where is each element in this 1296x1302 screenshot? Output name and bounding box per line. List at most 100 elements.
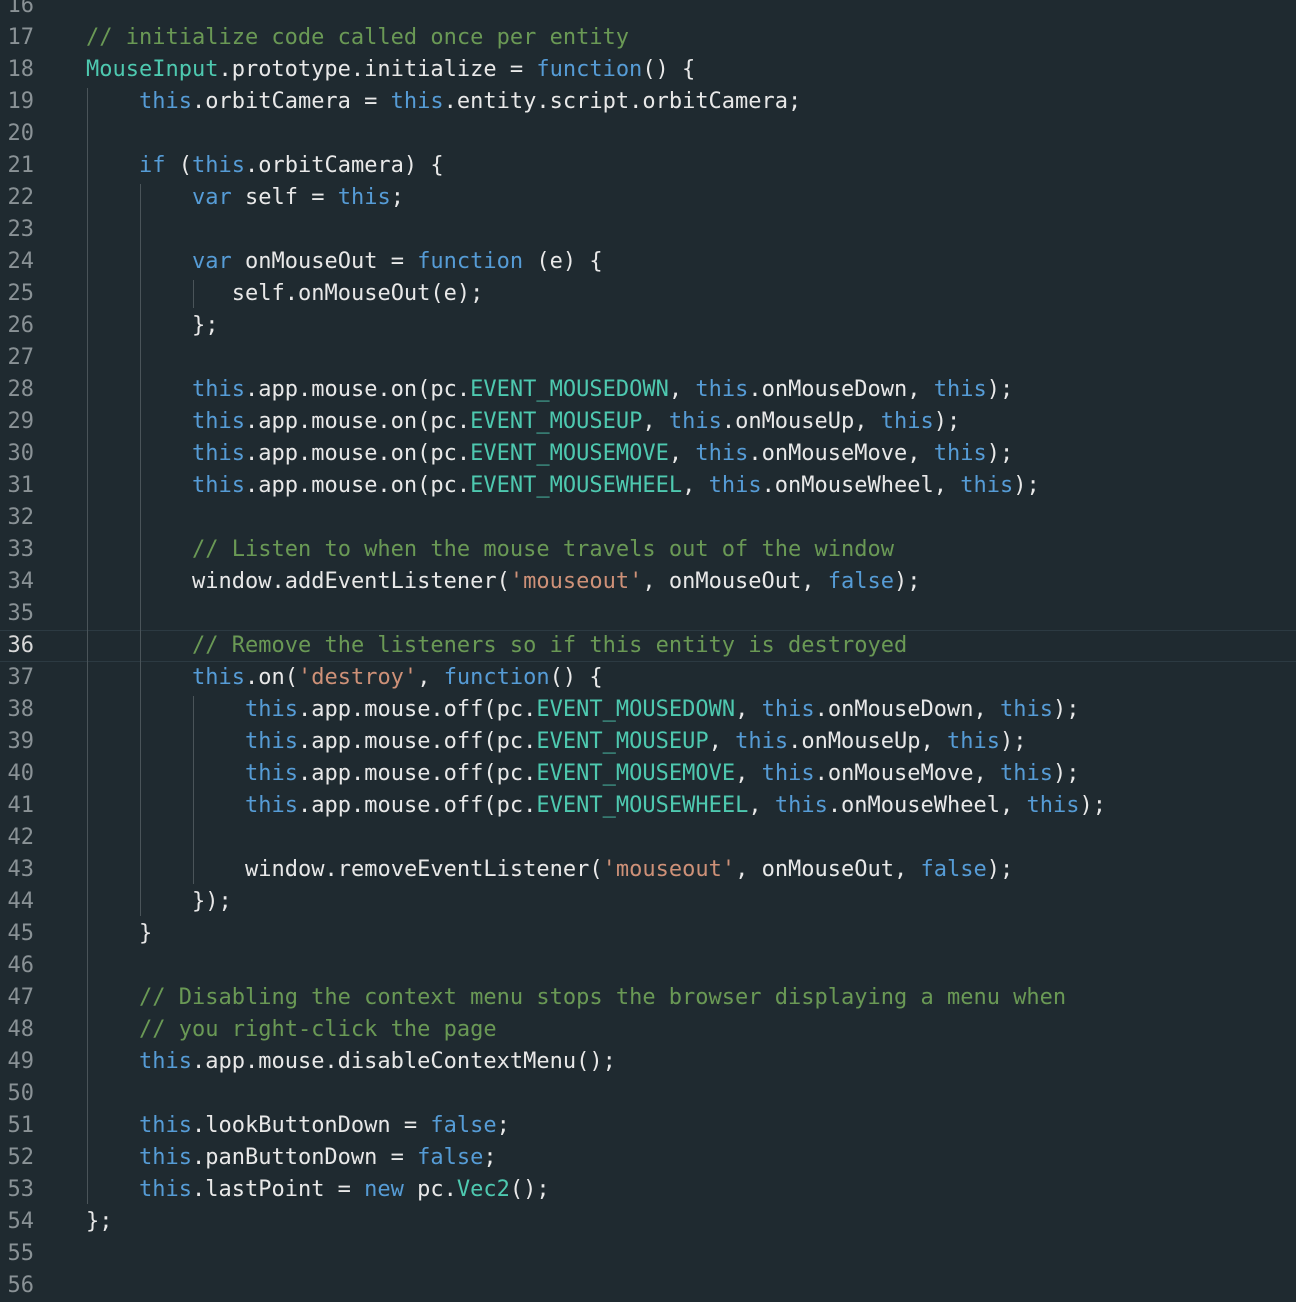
code-line[interactable]: 36 // Remove the listeners so if this ent… [0,630,1296,662]
code-token: if [139,153,166,178]
code-token: this [245,729,298,754]
line-number: 39 [7,729,35,754]
code-token: .onMouseDown, [748,377,934,402]
line-number: 29 [7,409,35,434]
code-line[interactable]: 56 [0,1270,1296,1302]
code-line[interactable]: 43 window.removeEventListener('mouseout',… [0,854,1296,886]
code-token: ); [933,409,961,434]
code-token: , [748,793,775,818]
code-line[interactable]: 46 [0,950,1296,982]
code-token: this [695,441,749,466]
code-token: .app.mouse.on(pc. [244,409,471,434]
code-line[interactable]: 53 this.lastPoint = new pc.Vec2(); [0,1174,1296,1206]
code-line[interactable]: 25 self.onMouseOut(e); [0,278,1296,310]
code-line[interactable]: 34 window.addEventListener('mouseout', on… [0,566,1296,598]
indent-guide [193,280,194,308]
code-line[interactable]: 18 MouseInput.prototype.initialize = func… [0,54,1296,86]
code-token: this [192,377,245,402]
code-line[interactable]: 32 [0,502,1296,534]
code-token: ; [496,1113,510,1138]
line-number: 22 [7,185,35,210]
code-token: }; [192,313,219,338]
code-token: window.addEventListener( [192,569,510,594]
code-token: .onMouseDown, [814,697,1001,722]
code-line[interactable]: 21 if (this.orbitCamera) { [0,150,1296,182]
line-number: 50 [7,1081,35,1106]
code-text: this.app.mouse.disableContextMenu(); [139,1046,616,1078]
line-number: 35 [7,601,35,626]
code-editor[interactable]: 16 17 // initialize code called once per e… [0,0,1296,1298]
code-line[interactable]: 52 this.panButtonDown = false; [0,1142,1296,1174]
code-line[interactable]: 44}); [0,886,1296,918]
code-line[interactable]: 23 [0,214,1296,246]
code-token: ( [165,153,192,178]
code-line[interactable]: 42 [0,822,1296,854]
line-number: 48 [7,1017,35,1042]
line-number: 41 [7,793,35,818]
code-text: this.orbitCamera = this.entity.script.or… [139,86,801,118]
code-line[interactable]: 33 // Listen to when the mouse travels ou… [0,534,1296,566]
code-line[interactable]: 22 var self = this; [0,182,1296,214]
code-line[interactable]: 41 this.app.mouse.off(pc.EVENT_MOUSEWHEEL… [0,790,1296,822]
code-line[interactable]: 37 this.on('destroy', function() { [0,662,1296,694]
code-line[interactable]: 55 [0,1238,1296,1270]
code-line[interactable]: 48 // you right-click the page [0,1014,1296,1046]
code-line[interactable]: 40 this.app.mouse.off(pc.EVENT_MOUSEMOVE,… [0,758,1296,790]
indent-guide [140,184,141,916]
code-token: .lastPoint = [191,1177,365,1202]
code-token: // Listen to when the mouse travels out … [192,537,894,562]
code-line[interactable]: 39 this.app.mouse.off(pc.EVENT_MOUSEUP, t… [0,726,1296,758]
line-number: 27 [7,345,35,370]
code-line[interactable]: 19 this.orbitCamera = this.entity.script.… [0,86,1296,118]
line-number: 55 [7,1241,35,1266]
code-line[interactable]: 26}; [0,310,1296,342]
code-token: window.removeEventListener( [245,857,603,882]
code-line[interactable]: 47 // Disabling the context menu stops th… [0,982,1296,1014]
code-token: this [192,473,245,498]
code-line[interactable]: 54}; [0,1206,1296,1238]
code-token: this [192,153,245,178]
code-line[interactable]: 38 this.app.mouse.off(pc.EVENT_MOUSEDOWN,… [0,694,1296,726]
line-number: 52 [7,1145,35,1170]
code-text: // Remove the listeners so if this entit… [192,631,907,661]
code-line[interactable]: 30 this.app.mouse.on(pc.EVENT_MOUSEMOVE, … [0,438,1296,470]
code-text: var self = this; [192,182,404,214]
code-line[interactable]: 45} [0,918,1296,950]
code-token: // you right-click the page [139,1017,497,1042]
code-line[interactable]: 29 this.app.mouse.on(pc.EVENT_MOUSEUP, th… [0,406,1296,438]
code-text: this.app.mouse.off(pc.EVENT_MOUSEWHEEL, … [245,790,1106,822]
code-token: .panButtonDown = [191,1145,418,1170]
line-number: 28 [7,377,35,402]
code-token: false [417,1145,484,1170]
line-number: 16 [7,0,35,18]
line-number: 31 [7,473,35,498]
code-line[interactable]: 35 [0,598,1296,630]
code-token: this [1000,761,1053,786]
code-token: EVENT_MOUSEUP [470,409,643,434]
code-text: self.onMouseOut(e); [232,278,484,310]
code-line[interactable]: 24 var onMouseOut = function (e) { [0,246,1296,278]
line-number: 49 [7,1049,35,1074]
code-token: MouseInput [86,57,219,82]
line-number: 44 [7,889,35,914]
code-line[interactable]: 20 [0,118,1296,150]
code-line[interactable]: 17 // initialize code called once per ent… [0,22,1296,54]
code-line[interactable]: 16 [0,0,1296,22]
code-line[interactable]: 27 [0,342,1296,374]
code-line[interactable]: 31 this.app.mouse.on(pc.EVENT_MOUSEWHEEL,… [0,470,1296,502]
code-line[interactable]: 50 [0,1078,1296,1110]
code-token: .lookButtonDown = [191,1113,431,1138]
line-number: 40 [7,761,35,786]
code-token: this [192,409,245,434]
code-token: pc. [403,1177,457,1202]
code-token: EVENT_MOUSEMOVE [536,761,736,786]
code-text: MouseInput.prototype.initialize = functi… [86,54,695,86]
code-line[interactable]: 51 this.lookButtonDown = false; [0,1110,1296,1142]
code-line[interactable]: 49 this.app.mouse.disableContextMenu(); [0,1046,1296,1078]
code-token: this [761,761,815,786]
code-token: .onMouseMove, [814,761,1001,786]
line-number: 23 [7,217,35,242]
line-number: 56 [7,1273,35,1298]
code-line[interactable]: 28 this.app.mouse.on(pc.EVENT_MOUSEDOWN, … [0,374,1296,406]
line-number: 21 [7,153,35,178]
